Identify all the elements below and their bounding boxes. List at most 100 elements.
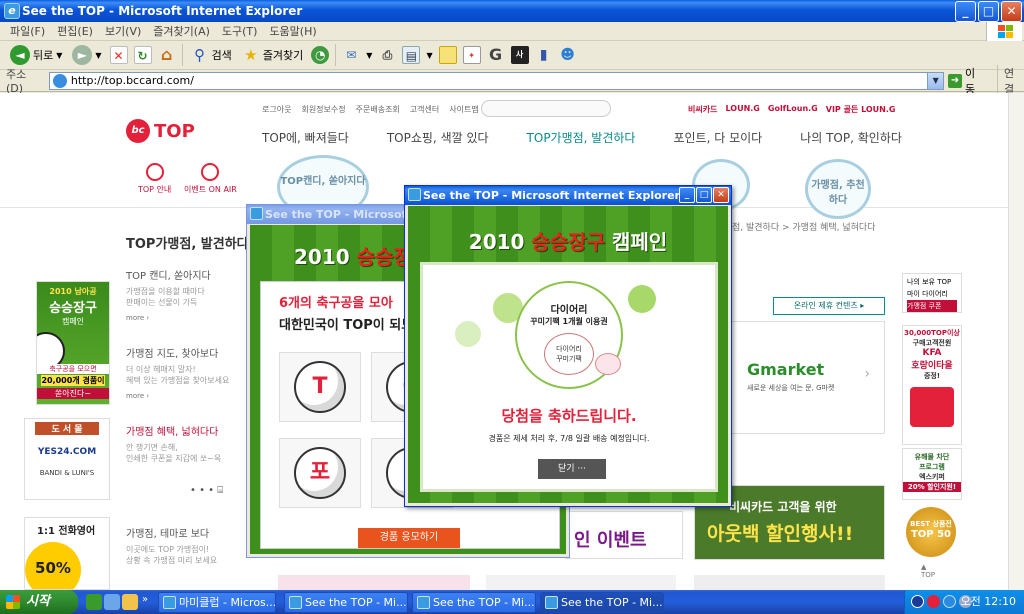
- quicklaunch-app-icon[interactable]: [86, 594, 102, 610]
- scroll-top-link[interactable]: ▲ TOP: [921, 563, 935, 579]
- english-banner[interactable]: 1:1 전화영어 50%: [24, 517, 110, 590]
- category-candy[interactable]: TOP 캔디, 쏟아지다 가맹점을 이용할 때마다 판매이는 선물이 가득 mo…: [126, 267, 246, 322]
- bottom-banner[interactable]: [486, 575, 676, 590]
- quick-top-guide[interactable]: TOP 안내: [138, 163, 171, 195]
- bottom-banner[interactable]: [694, 575, 885, 590]
- menu-view[interactable]: 보기(V): [99, 23, 147, 39]
- mail-dropdown-icon[interactable]: ▼: [366, 51, 372, 60]
- nav-item-merchants[interactable]: TOP가맹점, 발견하다: [527, 129, 636, 146]
- gmarket-banner[interactable]: Gmarket 새로운 세상을 여는 문, G마켓 ›: [730, 321, 885, 434]
- books-banner[interactable]: 도 서 몰 YES24.COM BANDI & LUNI'S: [24, 418, 110, 500]
- logout-link[interactable]: 로그아웃: [262, 104, 291, 115]
- task-button[interactable]: 마미클럽 - Micros...: [158, 592, 276, 613]
- customer-center-link[interactable]: 고객센터: [410, 104, 439, 115]
- task-button[interactable]: See the TOP - Mi...: [284, 592, 408, 613]
- menu-edit[interactable]: 편집(E): [51, 23, 99, 39]
- menu-help[interactable]: 도움말(H): [263, 23, 322, 39]
- nav-item-shopping[interactable]: TOP쇼핑, 색깔 있다: [387, 129, 489, 146]
- tray-app-icon[interactable]: [927, 595, 940, 608]
- bubble-recommend[interactable]: 가맹점, 추천하다: [805, 159, 871, 219]
- site-logo[interactable]: bc TOP: [126, 119, 195, 143]
- go-button[interactable]: ➜ 이동: [948, 65, 985, 97]
- carousel-indicator[interactable]: • • • ⌸: [190, 485, 223, 496]
- favorites-button[interactable]: ★ 즐겨찾기: [240, 43, 305, 67]
- more-link[interactable]: more ›: [126, 392, 246, 400]
- language-icon[interactable]: [911, 595, 924, 608]
- network-icon[interactable]: [943, 595, 956, 608]
- site-search-input[interactable]: [481, 100, 611, 117]
- mail-icon[interactable]: ✉: [342, 46, 360, 64]
- back-button[interactable]: ◄ 뒤로 ▼: [8, 43, 64, 67]
- ball-slot[interactable]: 포: [279, 438, 361, 508]
- address-url[interactable]: http://top.bccard.com/: [71, 74, 194, 87]
- bccard-link[interactable]: 비씨카드: [688, 104, 717, 115]
- soccer-campaign-banner[interactable]: 2010 남아공 승승장구 캠페인 축구공을 모으면 20,000개 경품이 쏟…: [36, 281, 110, 405]
- address-input[interactable]: http://top.bccard.com/ ▼: [48, 71, 945, 90]
- toolbar-app-icon[interactable]: 사: [510, 46, 529, 64]
- popup-minimize-button[interactable]: _: [679, 187, 695, 203]
- coupon-link[interactable]: 가맹점 쿠폰: [907, 300, 957, 312]
- edit-icon[interactable]: ▤: [402, 46, 421, 64]
- minimize-button[interactable]: _: [955, 1, 976, 22]
- forward-button[interactable]: ► ▼: [70, 43, 103, 67]
- nav-item-my-top[interactable]: 나의 TOP, 확인하다: [800, 129, 902, 146]
- home-icon[interactable]: ⌂: [158, 46, 176, 64]
- maximize-button[interactable]: □: [978, 1, 999, 22]
- kfa-banner[interactable]: 30,000TOP이상 구매고객전원 KFA 호랑이타올 증정!: [902, 325, 962, 445]
- print-icon[interactable]: ⎙: [378, 46, 396, 64]
- chevron-right-icon[interactable]: ›: [864, 366, 870, 382]
- apply-prize-button[interactable]: 경품 응모하기: [358, 528, 460, 548]
- more-link[interactable]: more ›: [126, 314, 246, 322]
- window-titlebar[interactable]: e See the TOP - Microsoft Internet Explo…: [0, 0, 1024, 22]
- nav-item-top[interactable]: TOP에, 빠져들다: [262, 129, 349, 146]
- popup-window-front[interactable]: See the TOP - Microsoft Internet Explore…: [404, 185, 732, 507]
- sitemap-link[interactable]: 사이트맵: [449, 104, 478, 115]
- google-g-icon[interactable]: G: [487, 46, 505, 64]
- popup-front-titlebar[interactable]: See the TOP - Microsoft Internet Explore…: [405, 186, 731, 205]
- category-map[interactable]: 가맹점 지도, 찾아보다 더 이상 헤매지 말자! 혜택 있는 가맹점을 찾아보…: [126, 345, 246, 400]
- links-label[interactable]: 연결: [997, 64, 1024, 97]
- xkeeper-banner[interactable]: 유해물 차단 프로그램 엑스키퍼 20% 할인지원!: [902, 448, 962, 500]
- quicklaunch-more-icon[interactable]: »: [142, 594, 148, 605]
- stop-icon[interactable]: ✕: [109, 46, 128, 64]
- golf-loung-link[interactable]: GolfLoun.G: [768, 104, 818, 115]
- quicklaunch-desktop-icon[interactable]: [122, 594, 138, 610]
- close-button[interactable]: ✕: [1001, 1, 1022, 22]
- address-dropdown-icon[interactable]: ▼: [927, 72, 944, 89]
- notes-icon[interactable]: [438, 46, 457, 64]
- history-icon[interactable]: ◔: [311, 46, 330, 64]
- popup-maximize-button[interactable]: □: [696, 187, 712, 203]
- category-theme[interactable]: 가맹점, 테마로 보다 이곳에도 TOP 가맹점이! 상황 속 가맹점 미리 보…: [126, 525, 246, 566]
- best-top50-badge[interactable]: BEST 상품전 TOP 50: [906, 507, 956, 557]
- quick-event[interactable]: 이벤트 ON AIR: [184, 163, 237, 195]
- search-button[interactable]: ⚲ 검색: [189, 43, 234, 67]
- menu-file[interactable]: 파일(F): [4, 23, 51, 39]
- task-button[interactable]: See the TOP - Mi...: [540, 592, 664, 613]
- refresh-icon[interactable]: ↻: [133, 46, 152, 64]
- member-info-link[interactable]: 회원정보수정: [301, 104, 345, 115]
- popup-close-button[interactable]: ✕: [713, 187, 729, 203]
- quicklaunch-ie-icon[interactable]: [104, 594, 120, 610]
- vip-loung-link[interactable]: VIP 골든 LOUN.G: [826, 104, 896, 115]
- my-diary-link[interactable]: 마이 다이어리: [907, 288, 957, 300]
- category-benefit[interactable]: 가맹점 혜택, 넓혀다다 안 챙기면 손해, 인쇄한 쿠폰을 지갑에 쏘~옥: [126, 423, 246, 464]
- bottom-banner[interactable]: [278, 575, 470, 590]
- back-dropdown-icon[interactable]: ▼: [56, 51, 62, 60]
- edit-dropdown-icon[interactable]: ▼: [426, 51, 432, 60]
- messenger-icon[interactable]: ✦: [462, 46, 481, 64]
- close-popup-button[interactable]: 닫기 ···: [538, 459, 606, 479]
- forward-dropdown-icon[interactable]: ▼: [95, 51, 101, 60]
- my-top-link[interactable]: 나의 보유 TOP: [907, 276, 957, 288]
- nav-item-points[interactable]: 포인트, 다 모이다: [673, 129, 762, 146]
- vertical-scrollbar[interactable]: [1008, 93, 1024, 590]
- ball-slot[interactable]: T: [279, 352, 361, 422]
- task-button[interactable]: See the TOP - Mi...: [412, 592, 536, 613]
- start-button[interactable]: 시작: [0, 590, 78, 614]
- research-icon[interactable]: ▮: [535, 46, 553, 64]
- event-strip[interactable]: 인 이벤트: [565, 511, 683, 559]
- menu-favorites[interactable]: 즐겨찾기(A): [147, 23, 216, 39]
- order-tracking-link[interactable]: 주문배송조회: [356, 104, 400, 115]
- online-content-button[interactable]: 온라인 제휴 컨텐츠 ▸: [773, 297, 885, 315]
- menu-tools[interactable]: 도구(T): [216, 23, 264, 39]
- loung-link[interactable]: LOUN.G: [725, 104, 759, 115]
